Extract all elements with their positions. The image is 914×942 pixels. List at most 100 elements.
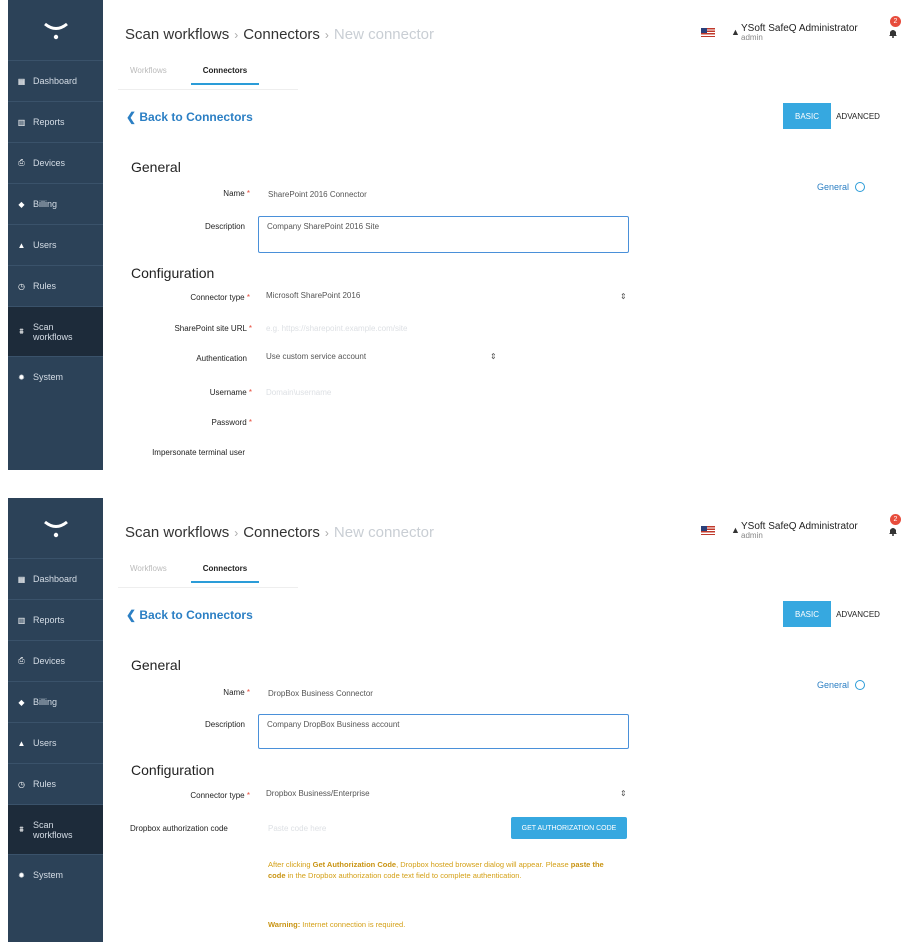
bell-icon[interactable] [888, 526, 898, 536]
name-input[interactable]: SharePoint 2016 Connector [268, 190, 367, 199]
back-to-connectors-link[interactable]: ❮ Back to Connectors [126, 110, 253, 124]
step-ring-icon [855, 680, 866, 690]
select-arrows-icon: ⇕ [620, 292, 627, 301]
sidebar-item-scan-workflows[interactable]: ⩩ Scan workflows [8, 804, 103, 854]
notification-badge: 2 [890, 16, 901, 27]
sidebar-item-billing[interactable]: ◆ Billing [8, 183, 103, 224]
sharepoint-url-input[interactable]: e.g. https://sharepoint.example.com/site [266, 324, 407, 333]
breadcrumb-separator: › [324, 28, 329, 42]
user-icon: ▲ [17, 240, 26, 250]
tab-connectors[interactable]: Connectors [190, 66, 260, 85]
bar-chart-icon: ▥ [17, 117, 26, 127]
breadcrumb-separator: › [234, 28, 239, 42]
tab-divider [118, 587, 298, 588]
username-label: Username * [209, 388, 252, 397]
user-role: admin [741, 531, 763, 540]
breadcrumb-connectors[interactable]: Connectors [243, 524, 320, 541]
select-arrows-icon: ⇕ [490, 352, 497, 361]
ysoft-logo-icon [43, 22, 68, 40]
user-icon: ▲ [731, 27, 740, 37]
internet-warning: Warning: Internet connection is required… [268, 920, 406, 929]
grid-icon: ▦ [17, 76, 26, 86]
breadcrumb: Scan workflows › Connectors › New connector [125, 26, 434, 43]
screenshot-dropbox: ▦ Dashboard ▥ Reports ⎙ Devices ◆ Billing ▲ U… [0, 498, 914, 942]
description-label: Description [204, 720, 245, 729]
sidebar-item-devices[interactable]: ⎙ Devices [8, 142, 103, 183]
notification-badge: 2 [890, 514, 901, 525]
scan-icon: ⩩ [19, 824, 24, 834]
username-input[interactable]: Domain\username [266, 388, 331, 397]
section-general-title: General [131, 657, 181, 673]
sidebar: ▦ Dashboard ▥ Reports ⎙ Devices ◆ Billing ▲ U… [8, 498, 103, 942]
connector-type-select[interactable]: Dropbox Business/Enterprise [266, 789, 370, 798]
tab-connectors[interactable]: Connectors [190, 564, 260, 583]
clock-icon: ◷ [18, 281, 25, 291]
description-label: Description [204, 222, 245, 231]
select-arrows-icon: ⇕ [620, 789, 627, 798]
section-configuration-title: Configuration [131, 762, 215, 778]
back-to-connectors-link[interactable]: ❮ Back to Connectors [126, 608, 253, 622]
bell-icon[interactable] [888, 28, 898, 38]
impersonate-label: Impersonate terminal user [152, 448, 245, 457]
us-flag-icon[interactable] [701, 526, 715, 535]
tab-divider [118, 89, 298, 90]
sidebar-item-rules[interactable]: ◷ Rules [8, 265, 103, 306]
section-configuration-title: Configuration [131, 265, 215, 281]
mode-toggle: BASIC ADVANCED [783, 601, 880, 627]
sub-tabs: Workflows Connectors [130, 564, 260, 583]
breadcrumb-separator: › [324, 526, 329, 540]
advanced-mode-button[interactable]: ADVANCED [831, 103, 880, 129]
logo[interactable] [8, 498, 103, 558]
sub-tabs: Workflows Connectors [130, 66, 260, 85]
authentication-select[interactable]: Use custom service account [266, 352, 366, 361]
connector-type-select[interactable]: Microsoft SharePoint 2016 [266, 291, 360, 300]
mode-toggle: BASIC ADVANCED [783, 103, 880, 129]
breadcrumb-current: New connector [333, 524, 434, 541]
name-input[interactable]: DropBox Business Connector [268, 689, 373, 698]
tab-workflows[interactable]: Workflows [130, 66, 167, 85]
name-label: Name * [223, 189, 250, 198]
step-ring-icon [855, 182, 866, 192]
sidebar-item-users[interactable]: ▲ Users [8, 224, 103, 265]
description-textarea[interactable]: Company SharePoint 2016 Site [258, 216, 629, 253]
advanced-mode-button[interactable]: ADVANCED [831, 601, 880, 627]
side-nav-general[interactable]: General [817, 182, 866, 192]
breadcrumb: Scan workflows › Connectors › New connector [125, 524, 434, 541]
sidebar-item-reports[interactable]: ▥ Reports [8, 101, 103, 142]
clock-icon: ◷ [18, 779, 25, 789]
breadcrumb-separator: › [234, 526, 239, 540]
bar-chart-icon: ▥ [17, 615, 26, 625]
printer-icon: ⎙ [18, 158, 25, 167]
connector-type-label: Connector type * [190, 293, 250, 302]
sidebar-item-users[interactable]: ▲ Users [8, 722, 103, 763]
description-textarea[interactable]: Company DropBox Business account [258, 714, 629, 749]
basic-mode-button[interactable]: BASIC [783, 601, 831, 627]
header: Scan workflows › Connectors › New connector … [103, 0, 914, 60]
password-input[interactable] [266, 418, 416, 428]
breadcrumb-scan-workflows[interactable]: Scan workflows [125, 26, 229, 43]
us-flag-icon[interactable] [701, 28, 715, 37]
grid-icon: ▦ [17, 574, 26, 584]
basic-mode-button[interactable]: BASIC [783, 103, 831, 129]
section-general-title: General [131, 159, 181, 175]
gear-icon: ✹ [18, 870, 25, 880]
sidebar-item-system[interactable]: ✹ System [8, 854, 103, 895]
side-nav-general[interactable]: General [817, 680, 866, 690]
get-authorization-code-button[interactable]: GET AUTHORIZATION CODE [511, 817, 627, 839]
sidebar-item-reports[interactable]: ▥ Reports [8, 599, 103, 640]
sidebar-item-dashboard[interactable]: ▦ Dashboard [8, 60, 103, 101]
logo[interactable] [8, 0, 103, 60]
sidebar-item-devices[interactable]: ⎙ Devices [8, 640, 103, 681]
breadcrumb-scan-workflows[interactable]: Scan workflows [125, 524, 229, 541]
sidebar-item-dashboard[interactable]: ▦ Dashboard [8, 558, 103, 599]
sidebar-item-billing[interactable]: ◆ Billing [8, 681, 103, 722]
user-icon: ▲ [731, 525, 740, 535]
sidebar-item-system[interactable]: ✹ System [8, 356, 103, 397]
tab-workflows[interactable]: Workflows [130, 564, 167, 583]
user-role: admin [741, 33, 763, 42]
breadcrumb-current: New connector [333, 26, 434, 43]
breadcrumb-connectors[interactable]: Connectors [243, 26, 320, 43]
sidebar-item-rules[interactable]: ◷ Rules [8, 763, 103, 804]
sidebar-item-scan-workflows[interactable]: ⩩ Scan workflows [8, 306, 103, 356]
dropbox-code-input[interactable]: Paste code here [268, 824, 326, 833]
